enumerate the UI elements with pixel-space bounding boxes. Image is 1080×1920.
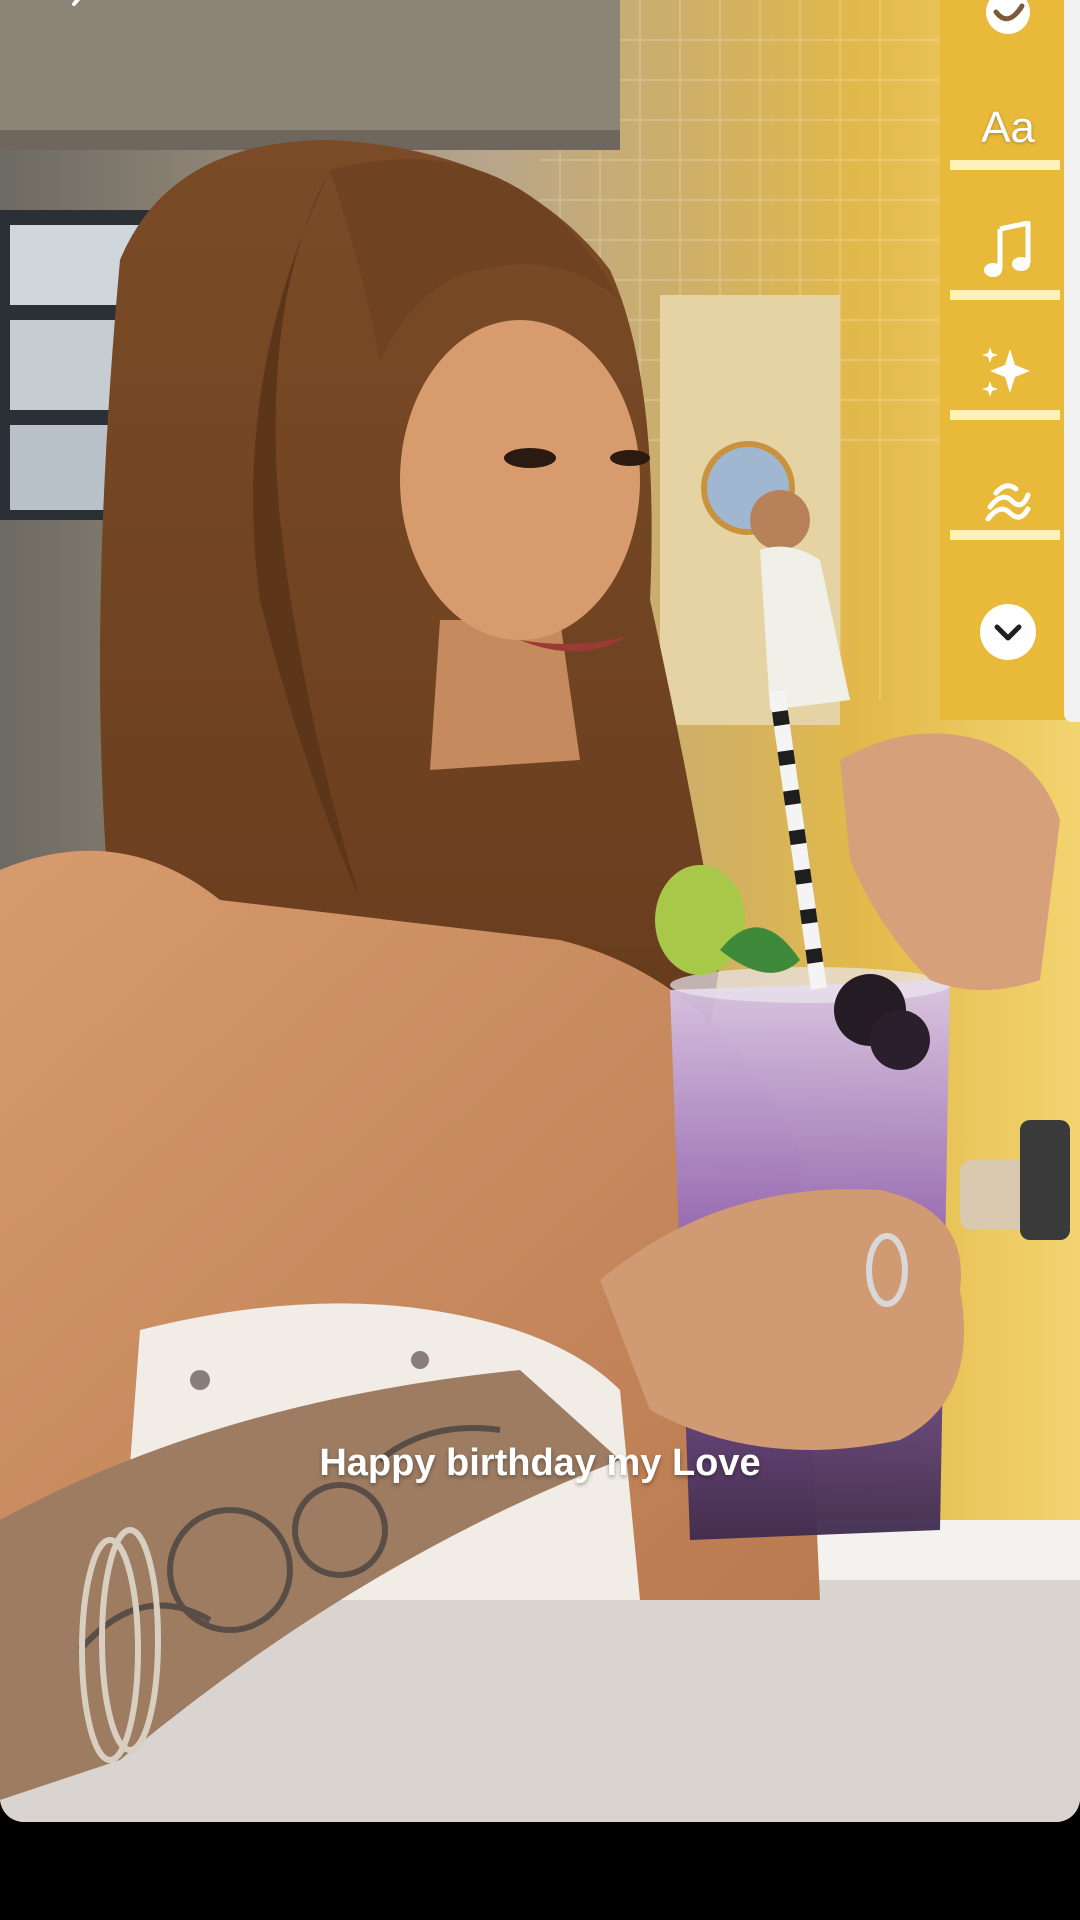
sticker-button[interactable] [972, 0, 1044, 54]
effects-icon [982, 347, 1030, 397]
back-button[interactable] [60, 0, 100, 20]
music-icon [984, 221, 1031, 277]
music-button[interactable] [972, 215, 1044, 287]
editor-tool-rail: Aa [972, 0, 1044, 700]
text-icon: Aa [981, 103, 1035, 152]
editor-side-strip [1064, 0, 1080, 722]
draw-button[interactable] [972, 465, 1044, 537]
text-tool-button[interactable]: Aa [972, 92, 1044, 164]
story-editor-screen: Happy birthday my Love Aa [0, 0, 1080, 1920]
more-tools-button[interactable] [972, 596, 1044, 668]
effects-button[interactable] [972, 335, 1044, 407]
chevron-left-icon [72, 0, 81, 6]
photo-illustration [0, 0, 1080, 1822]
draw-icon [985, 483, 1031, 522]
chevron-down-icon [980, 604, 1036, 660]
sticker-icon [986, 0, 1030, 34]
story-photo [0, 0, 1080, 1822]
